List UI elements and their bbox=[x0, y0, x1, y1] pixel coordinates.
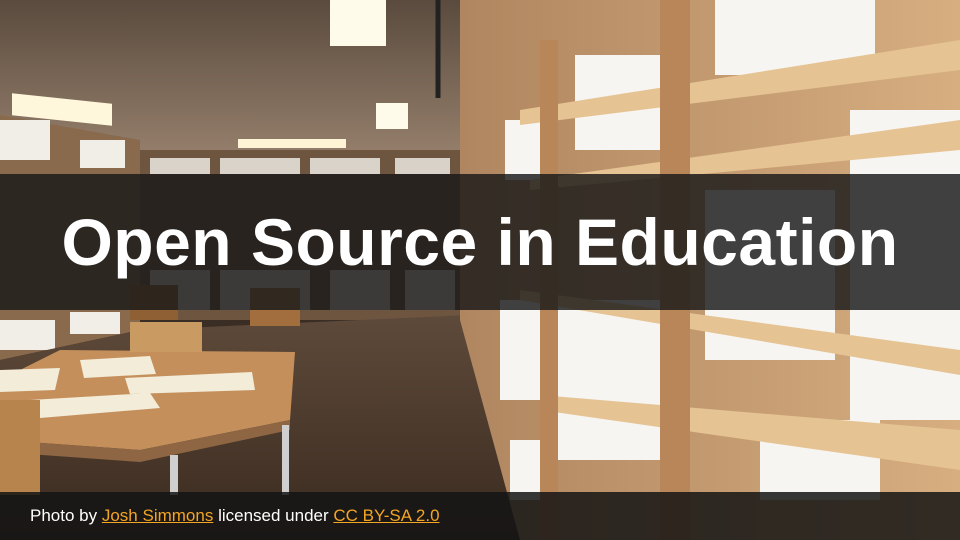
author-link[interactable]: Josh Simmons bbox=[102, 506, 213, 525]
photo-credit-bar: Photo by Josh Simmons licensed under CC … bbox=[0, 492, 960, 540]
slide-title: Open Source in Education bbox=[61, 205, 899, 279]
photo-credit: Photo by Josh Simmons licensed under CC … bbox=[30, 506, 440, 526]
credit-prefix: Photo by bbox=[30, 506, 98, 525]
title-band: Open Source in Education bbox=[0, 174, 960, 310]
license-link[interactable]: CC BY-SA 2.0 bbox=[333, 506, 439, 525]
slide: Open Source in Education Photo by Josh S… bbox=[0, 0, 960, 540]
credit-middle: licensed under bbox=[218, 506, 329, 525]
